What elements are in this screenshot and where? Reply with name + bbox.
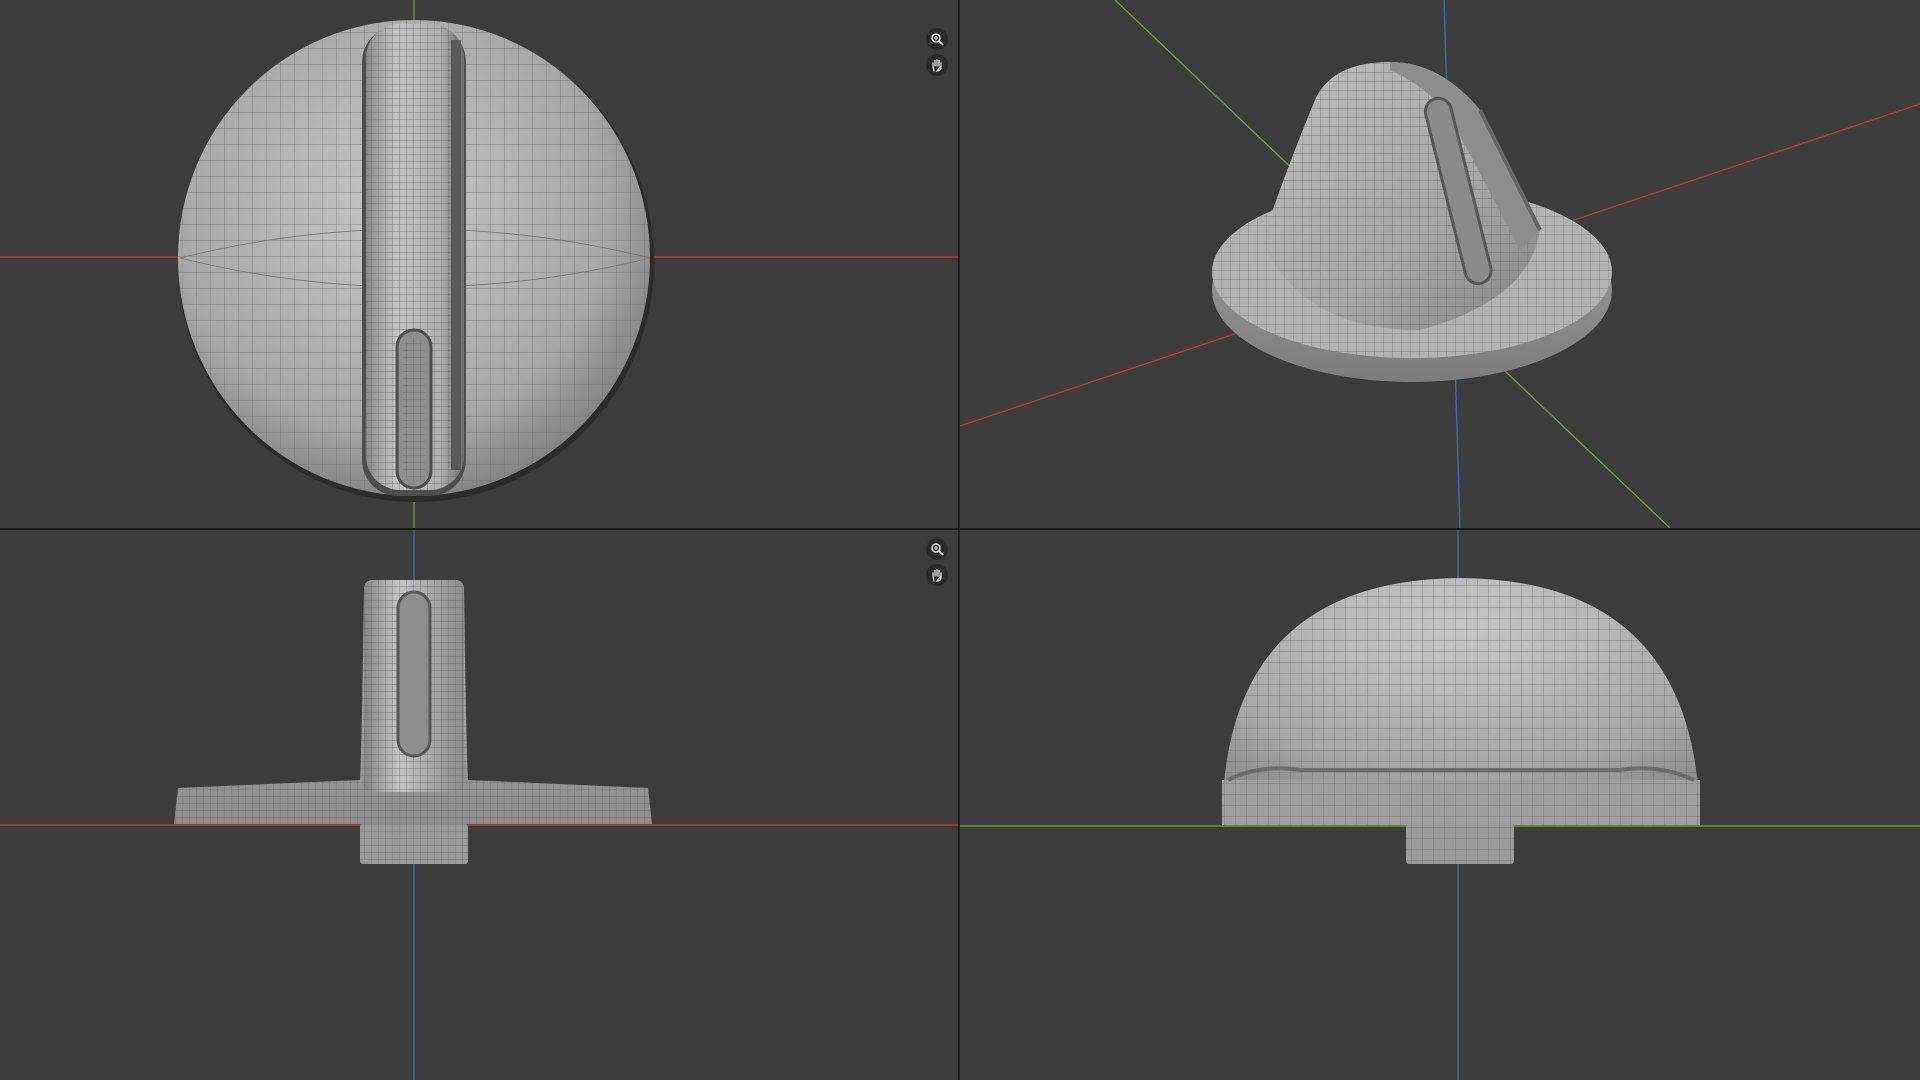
viewport-front[interactable] xyxy=(0,530,958,1080)
navigation-tools xyxy=(926,28,948,76)
viewport-divider-vertical[interactable] xyxy=(958,0,960,1080)
knob-mesh-side xyxy=(1222,578,1700,864)
navigation-tools xyxy=(926,538,948,586)
viewport-top[interactable] xyxy=(0,0,958,528)
viewport-perspective[interactable] xyxy=(960,0,1920,528)
front-view-scene xyxy=(0,530,958,1080)
knob-mesh-perspective xyxy=(1212,62,1612,382)
pan-hand-icon[interactable] xyxy=(926,54,948,76)
viewport-side[interactable] xyxy=(960,530,1920,1080)
zoom-icon[interactable] xyxy=(926,28,948,50)
quad-viewport-grid xyxy=(0,0,1920,1080)
knob-mesh-top xyxy=(178,20,654,502)
side-view-scene xyxy=(960,530,1920,1080)
zoom-icon[interactable] xyxy=(926,538,948,560)
viewport-divider-horizontal[interactable] xyxy=(0,528,1920,530)
perspective-view-scene xyxy=(960,0,1920,528)
top-view-scene xyxy=(0,0,958,528)
knob-mesh-front xyxy=(174,580,652,864)
pan-hand-icon[interactable] xyxy=(926,564,948,586)
